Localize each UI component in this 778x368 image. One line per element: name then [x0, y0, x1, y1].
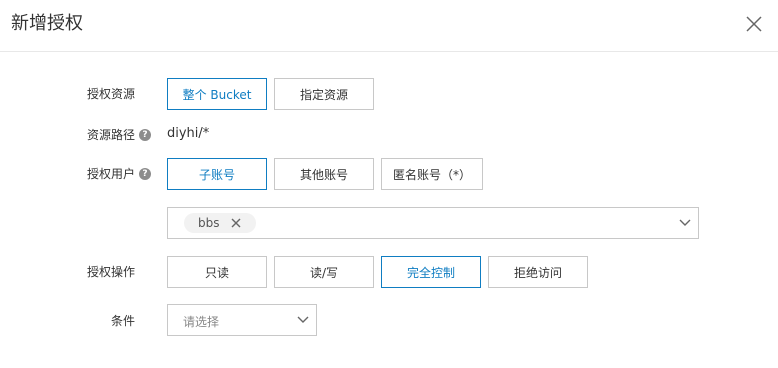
operation-option-read-only[interactable]: 只读 [167, 256, 267, 288]
user-option-sub-account[interactable]: 子账号 [167, 158, 267, 190]
help-icon[interactable]: ? [139, 168, 152, 180]
chevron-down-icon [297, 316, 309, 323]
condition-label-text: 条件 [111, 314, 136, 328]
user-tag: bbs [184, 213, 256, 233]
user-label: 授权用户 ? [87, 166, 152, 182]
path-label-text: 资源路径 [87, 128, 136, 142]
resource-path-value: diyhi/* [167, 126, 210, 141]
operation-label: 授权操作 [87, 264, 135, 280]
close-icon[interactable] [744, 14, 764, 34]
path-label: 资源路径 ? [87, 127, 152, 143]
tag-remove-icon[interactable] [231, 218, 241, 228]
user-tag-label: bbs [198, 216, 220, 230]
condition-label: 条件 [111, 313, 135, 329]
user-option-other-account[interactable]: 其他账号 [274, 158, 374, 190]
condition-select[interactable]: 请选择 [167, 304, 317, 336]
resource-option-whole-bucket[interactable]: 整个 Bucket [167, 78, 267, 110]
operation-option-deny[interactable]: 拒绝访问 [488, 256, 588, 288]
resource-option-specific[interactable]: 指定资源 [274, 78, 374, 110]
resource-label-text: 授权资源 [87, 87, 136, 101]
resource-label: 授权资源 [87, 86, 135, 102]
dialog-title: 新增授权 [11, 13, 83, 34]
user-select-field[interactable]: bbs [167, 207, 699, 239]
dialog-header: 新增授权 [0, 0, 778, 52]
operation-option-read-write[interactable]: 读/写 [274, 256, 374, 288]
condition-placeholder: 请选择 [183, 315, 220, 329]
operation-option-full-control[interactable]: 完全控制 [381, 256, 481, 288]
help-icon[interactable]: ? [139, 129, 152, 141]
user-label-text: 授权用户 [87, 167, 136, 181]
chevron-down-icon[interactable] [679, 219, 691, 227]
operation-label-text: 授权操作 [87, 265, 136, 279]
user-option-anonymous[interactable]: 匿名账号（*） [381, 158, 483, 190]
